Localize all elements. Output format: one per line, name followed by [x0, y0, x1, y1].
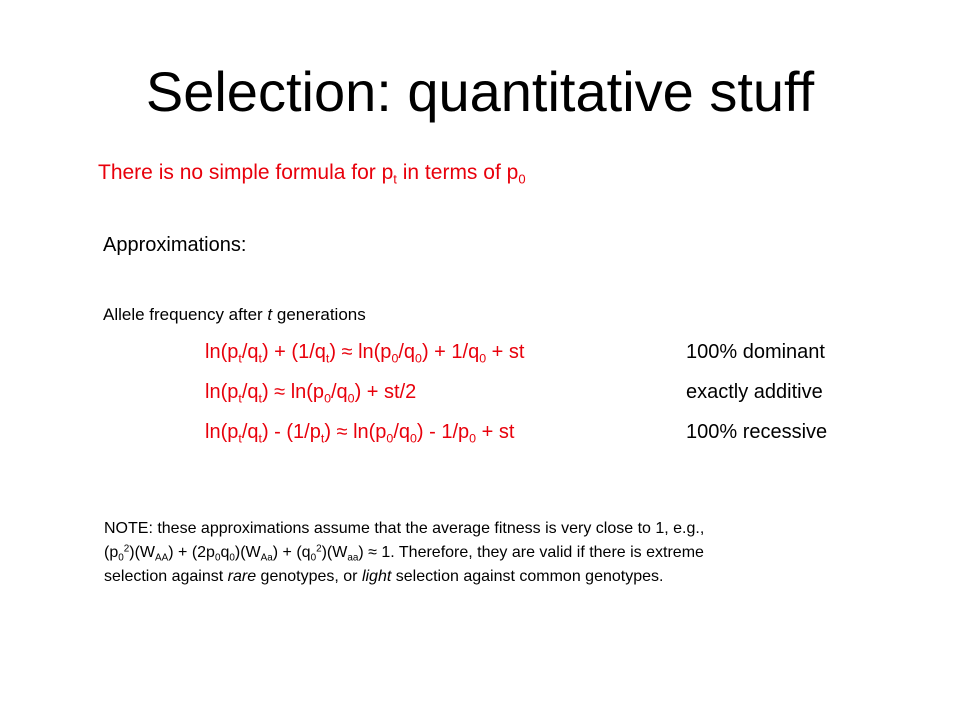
- intro-text-b: in terms of p: [396, 161, 519, 184]
- eq-sub: 0: [415, 351, 422, 366]
- note-text: ) + (q: [272, 544, 311, 561]
- equation-additive: ln(pt/qt) ≈ ln(p0/q0) + st/2: [205, 378, 416, 406]
- note-line-2: (p02)(WAA) + (2p0q0)(WAa) + (q02)(Waa) ≈…: [104, 541, 864, 565]
- eq-text: /q: [398, 341, 416, 363]
- equation-recessive: ln(pt/qt) - (1/pt) ≈ ln(p0/q0) - 1/p0 + …: [205, 418, 514, 446]
- note-italic-light: light: [361, 568, 392, 585]
- allele-heading: Allele frequency after t generations: [103, 302, 366, 328]
- equation-dominant: ln(pt/qt) + (1/qt) ≈ ln(p0/q0) + 1/q0 + …: [205, 338, 524, 366]
- eq-text: ) - (1/p: [261, 421, 321, 443]
- note-text: ) ≈ 1. Therefore, they are valid if ther…: [358, 544, 704, 561]
- eq-text: ) + (1/q: [261, 341, 326, 363]
- intro-sub-0: 0: [518, 171, 526, 187]
- slide: { "slide": { "title": "Selection: quanti…: [0, 0, 960, 720]
- note-paragraph: NOTE: these approximations assume that t…: [104, 517, 864, 589]
- note-text: selection against common genotypes.: [391, 568, 664, 585]
- eq-text: ln(p: [205, 381, 239, 403]
- note-text: )(W: [129, 544, 156, 561]
- eq-text: /q: [330, 381, 348, 403]
- note-line-3: selection against rare genotypes, or lig…: [104, 565, 864, 589]
- eq-text: ) + 1/q: [421, 341, 480, 363]
- eq-text: ) ≈ ln(p: [324, 421, 387, 443]
- note-sub: aa: [347, 552, 359, 564]
- intro-statement: There is no simple formula for pt in ter…: [98, 158, 526, 188]
- eq-text: ln(p: [205, 341, 239, 363]
- label-recessive: 100% recessive: [686, 421, 828, 443]
- eq-text: /q: [241, 381, 259, 403]
- eq-text: ) - 1/p: [416, 421, 470, 443]
- eq-text: ) + st/2: [354, 381, 417, 403]
- label-dominant: 100% dominant: [686, 341, 825, 363]
- note-text: (p: [104, 544, 119, 561]
- label-additive: exactly additive: [686, 381, 823, 403]
- eq-text: /q: [241, 421, 259, 443]
- note-text: ) + (2p: [168, 544, 215, 561]
- note-text: )(W: [234, 544, 261, 561]
- eq-text: ln(p: [205, 421, 239, 443]
- note-text: )(W: [321, 544, 348, 561]
- note-line-1: NOTE: these approximations assume that t…: [104, 520, 705, 537]
- allele-text-a: Allele frequency after: [103, 305, 268, 324]
- note-text: selection against: [104, 568, 228, 585]
- eq-text: + st: [486, 341, 525, 363]
- allele-text-b: generations: [272, 305, 366, 324]
- note-sub: AA: [155, 552, 169, 564]
- approximations-label: Approximations:: [103, 234, 247, 256]
- eq-sub: 0: [410, 431, 417, 446]
- eq-sub: 0: [347, 391, 355, 406]
- note-italic-rare: rare: [227, 568, 257, 585]
- eq-text: /q: [241, 341, 259, 363]
- slide-title: Selection: quantitative stuff: [145, 60, 815, 123]
- eq-text: /q: [393, 421, 411, 443]
- note-text: genotypes, or: [256, 568, 362, 585]
- eq-sub: 0: [324, 391, 331, 406]
- intro-text-a: There is no simple formula for p: [98, 161, 394, 184]
- eq-text: ) ≈ ln(p: [329, 341, 392, 363]
- eq-text: ) ≈ ln(p: [261, 381, 325, 403]
- note-sub: Aa: [260, 552, 273, 564]
- eq-text: + st: [476, 421, 515, 443]
